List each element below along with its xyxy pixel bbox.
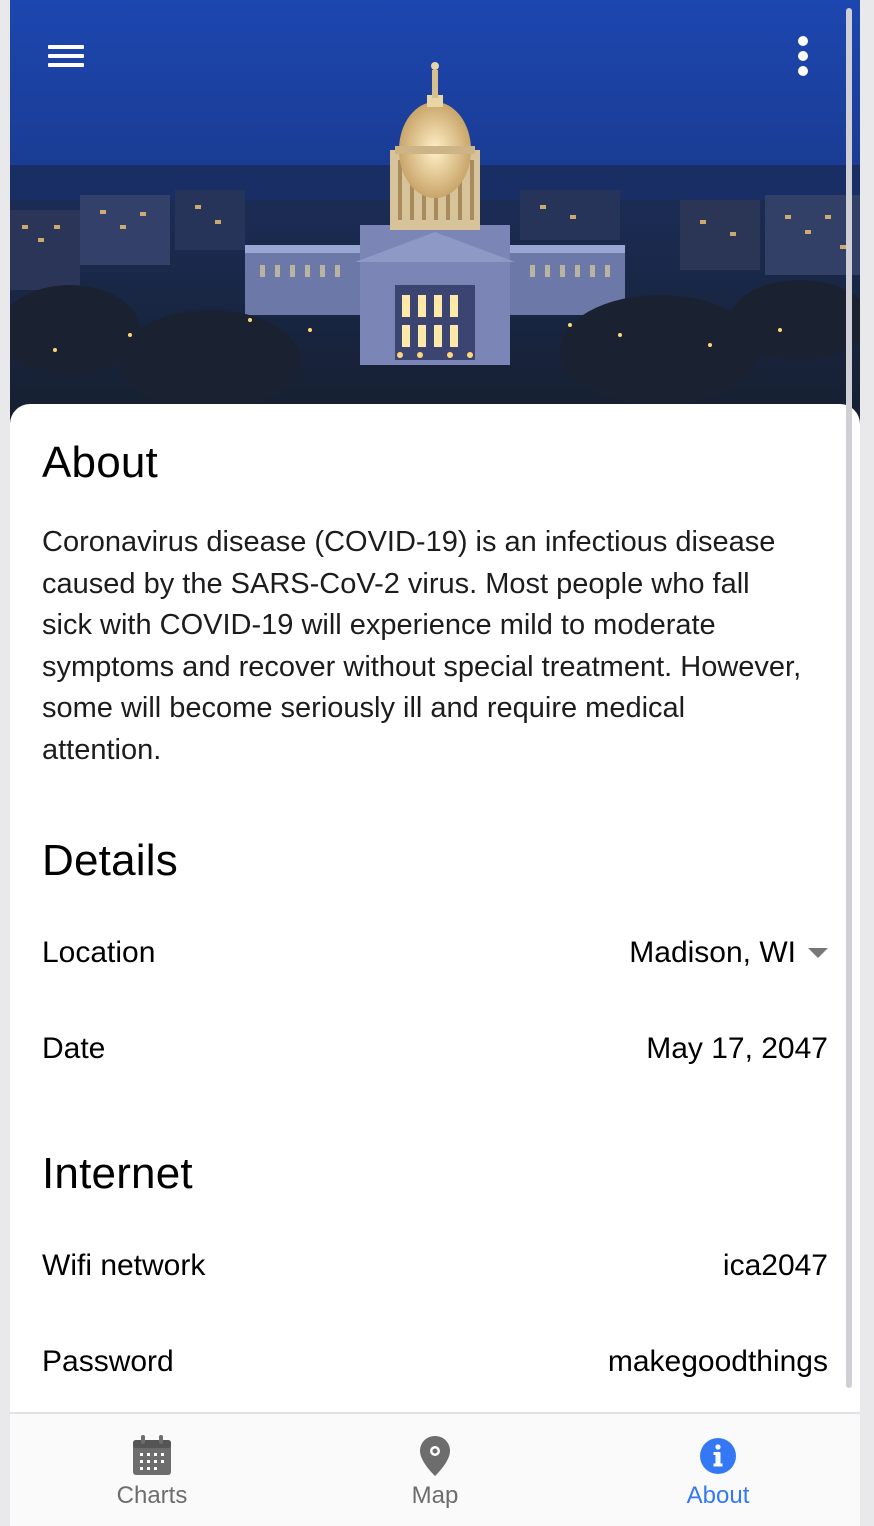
info-icon — [700, 1438, 736, 1474]
location-value: Madison, WI — [629, 936, 796, 969]
tab-charts-label: Charts — [116, 1482, 188, 1509]
more-vertical-icon[interactable] — [788, 30, 818, 82]
bottom-tab-bar: Charts Map About — [10, 1412, 860, 1526]
details-heading: Details — [42, 836, 178, 885]
location-select[interactable]: Madison, WI — [629, 936, 828, 970]
about-description: Coronavirus disease (COVID-19) is an inf… — [42, 526, 802, 766]
map-pin-icon — [420, 1436, 450, 1476]
about-heading: About — [42, 438, 158, 487]
scrollbar[interactable] — [846, 8, 852, 1388]
wifi-value: ica2047 — [722, 1249, 828, 1282]
tab-map-label: Map — [411, 1482, 459, 1509]
password-value: makegoodthings — [607, 1345, 828, 1378]
tab-about[interactable]: About — [576, 1414, 860, 1526]
wifi-row: Wifi network ica2047 — [42, 1249, 828, 1289]
password-label: Password — [42, 1345, 174, 1378]
wifi-label: Wifi network — [42, 1249, 206, 1282]
dropdown-caret-icon — [808, 948, 828, 958]
location-row: Location Madison, WI — [42, 936, 828, 976]
date-row[interactable]: Date May 17, 2047 — [42, 1032, 828, 1072]
hero-image — [10, 0, 860, 430]
capitol-photo — [10, 0, 860, 430]
tab-about-label: About — [686, 1482, 750, 1509]
tab-charts[interactable]: Charts — [10, 1414, 294, 1526]
date-label: Date — [42, 1032, 106, 1065]
date-value: May 17, 2047 — [646, 1032, 828, 1065]
location-label: Location — [42, 936, 156, 969]
tab-map[interactable]: Map — [293, 1414, 577, 1526]
content-sheet: About Coronavirus disease (COVID-19) is … — [10, 404, 860, 1414]
password-row: Password makegoodthings — [42, 1345, 828, 1385]
app-screen: About Coronavirus disease (COVID-19) is … — [10, 0, 860, 1526]
internet-heading: Internet — [42, 1149, 193, 1198]
hamburger-menu-icon[interactable] — [46, 38, 86, 72]
calendar-icon — [133, 1435, 171, 1475]
